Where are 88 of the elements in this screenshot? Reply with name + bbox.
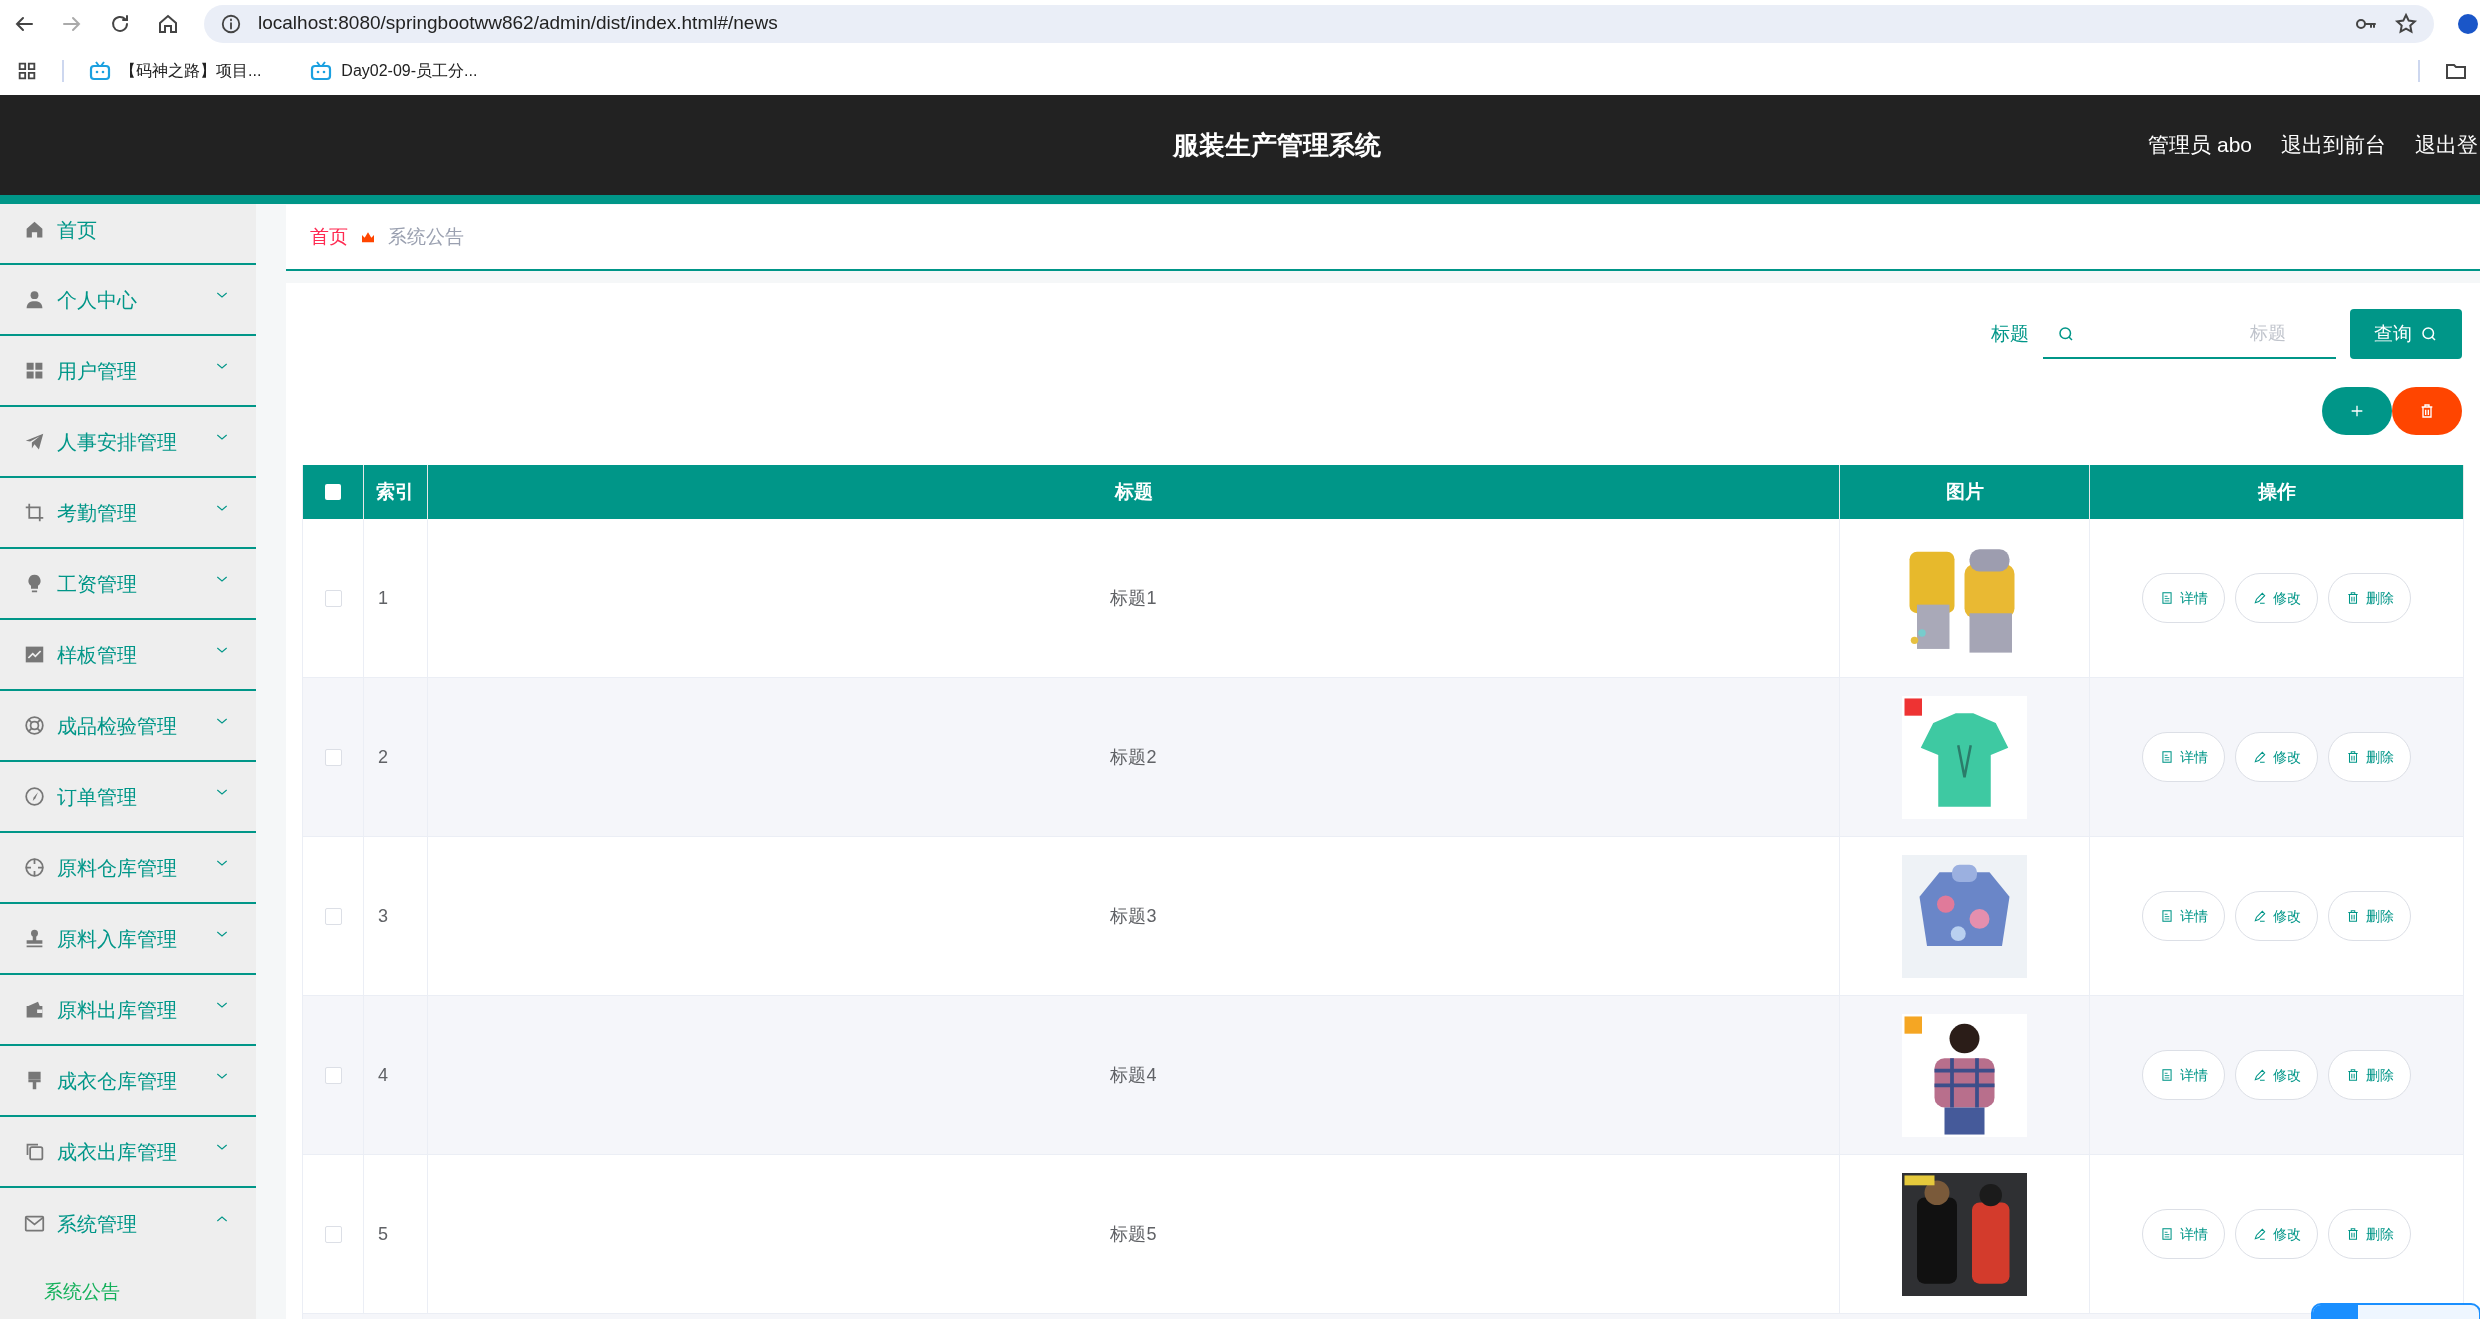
breadcrumb-current: 系统公告 (388, 224, 464, 249)
delete-row-button[interactable]: 删除 (2328, 891, 2411, 941)
user-label: 管理员 abo (2148, 132, 2252, 159)
bookmark[interactable]: 【码神之路】项目... (88, 59, 286, 83)
table-cell-text: 标题2 (1110, 745, 1157, 769)
delete-row-button[interactable]: 删除 (2328, 1209, 2411, 1259)
chart-icon (24, 644, 45, 665)
apps-grid-icon[interactable] (16, 60, 38, 82)
row-checkbox[interactable] (324, 748, 342, 766)
pencil-icon (2252, 591, 2267, 605)
trash-icon (2345, 1227, 2360, 1241)
trash-icon (2345, 591, 2360, 605)
edit-button[interactable]: 修改 (2235, 891, 2318, 941)
trash-icon (2345, 909, 2360, 923)
copy-icon (24, 1141, 45, 1162)
lifebuoy-icon (24, 715, 45, 736)
home-icon (24, 219, 45, 240)
search-icon (2420, 325, 2438, 343)
table-cell-text: 标题4 (1110, 1063, 1157, 1087)
breadcrumb-link[interactable]: 首页 (310, 222, 348, 252)
edit-button[interactable]: 修改 (2235, 573, 2318, 623)
column-header: 索引 (376, 479, 414, 504)
add-button[interactable] (2322, 387, 2392, 435)
document-icon (2159, 909, 2174, 923)
detail-button[interactable]: 详情 (2142, 1050, 2225, 1100)
search-icon (2057, 325, 2075, 343)
delete-row-button[interactable]: 删除 (2328, 1050, 2411, 1100)
header-link[interactable]: 退出登 (2415, 129, 2478, 161)
table-cell-text: 标题1 (1110, 586, 1157, 610)
wallet-icon (24, 999, 45, 1020)
pencil-icon (2252, 1068, 2267, 1082)
crosshair-icon (24, 857, 45, 878)
sidebar-subitem[interactable]: 系统公告 (0, 1259, 256, 1319)
grid-icon (24, 360, 45, 381)
pencil-icon (2252, 1227, 2267, 1241)
row-checkbox[interactable] (324, 907, 342, 925)
edit-button[interactable]: 修改 (2235, 1209, 2318, 1259)
app-title: 服装生产管理系统 (1173, 128, 1381, 162)
row-checkbox[interactable] (324, 1225, 342, 1243)
document-icon (2159, 750, 2174, 764)
compass-icon (24, 786, 45, 807)
table-cell-text: 1 (378, 586, 388, 610)
profile-avatar[interactable] (2458, 13, 2478, 34)
table-cell-text: 标题5 (1110, 1222, 1157, 1246)
pencil-icon (2252, 750, 2267, 764)
detail-button[interactable]: 详情 (2142, 891, 2225, 941)
info-icon[interactable] (220, 12, 242, 35)
trash-icon (2345, 750, 2360, 764)
table-cell-text: 4 (378, 1063, 388, 1087)
table-cell-text: 5 (378, 1222, 388, 1246)
search-field[interactable]: 标题 (2043, 309, 2336, 359)
document-icon (2159, 1068, 2174, 1082)
envelope-icon (24, 1213, 45, 1234)
column-header: 标题 (1114, 479, 1153, 504)
document-icon (2159, 1227, 2174, 1241)
search-label: 标题 (1991, 321, 2029, 346)
pencil-icon (2252, 909, 2267, 923)
delete-row-button[interactable]: 删除 (2328, 732, 2411, 782)
detail-button[interactable]: 详情 (2142, 732, 2225, 782)
table-cell-text: 3 (378, 904, 388, 928)
plus-icon (2349, 403, 2365, 419)
user-icon (24, 289, 45, 310)
paper-plane-icon (24, 431, 45, 452)
header-link[interactable]: 退出到前台 (2281, 129, 2386, 161)
edit-button[interactable]: 修改 (2235, 732, 2318, 782)
table-cell-text: 2 (378, 745, 388, 769)
column-header: 图片 (1945, 479, 1984, 504)
delete-button[interactable] (2392, 387, 2462, 435)
crop-icon (24, 502, 45, 523)
sidebar-item[interactable]: 系统管理 (0, 1188, 256, 1259)
trash-icon (2419, 403, 2435, 419)
select-all-checkbox[interactable] (325, 484, 341, 500)
bookmark[interactable]: Day02-09-员工分... (309, 59, 502, 83)
query-button[interactable]: 查询 (2350, 309, 2462, 359)
detail-button[interactable]: 详情 (2142, 573, 2225, 623)
detail-button[interactable]: 详情 (2142, 1209, 2225, 1259)
stamp-icon (24, 928, 45, 949)
delete-row-button[interactable]: 删除 (2328, 573, 2411, 623)
star-icon[interactable] (2394, 11, 2418, 36)
document-icon (2159, 591, 2174, 605)
tv-icon (309, 59, 334, 83)
table-cell-text: 标题3 (1110, 904, 1157, 928)
row-checkbox[interactable] (324, 589, 342, 607)
column-header: 操作 (2257, 479, 2296, 504)
edit-button[interactable]: 修改 (2235, 1050, 2318, 1100)
trash-icon (2345, 1068, 2360, 1082)
row-checkbox[interactable] (324, 1066, 342, 1084)
tv-icon (88, 59, 112, 83)
